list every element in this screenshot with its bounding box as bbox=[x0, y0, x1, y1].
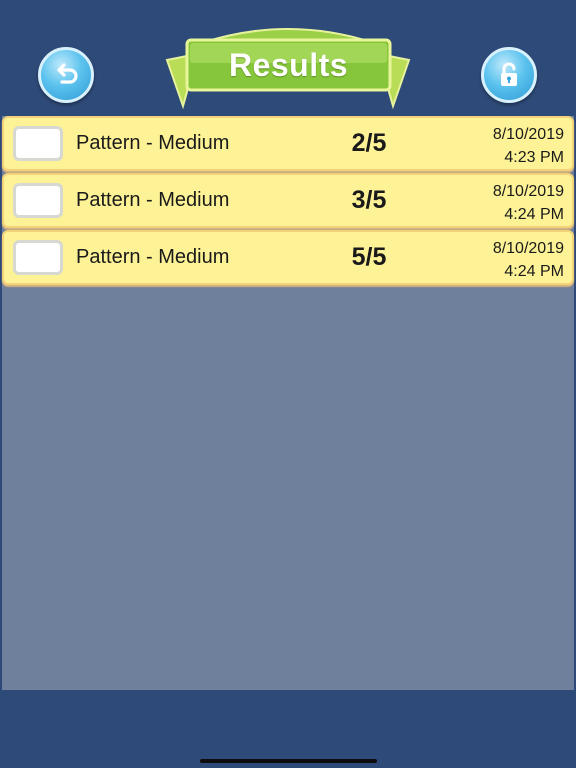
result-name: Pattern - Medium bbox=[76, 246, 230, 268]
result-name: Pattern - Medium bbox=[76, 189, 230, 211]
back-arrow-icon bbox=[57, 63, 78, 84]
result-row[interactable]: Pattern - Medium 2/5 8/10/2019 4:23 PM bbox=[2, 116, 574, 171]
row-checkbox[interactable] bbox=[13, 240, 63, 275]
unlock-icon bbox=[501, 62, 517, 86]
row-checkbox[interactable] bbox=[13, 126, 63, 161]
result-row[interactable]: Pattern - Medium 5/5 8/10/2019 4:24 PM bbox=[2, 230, 574, 285]
results-list: Pattern - Medium 2/5 8/10/2019 4:23 PM P… bbox=[2, 116, 574, 690]
result-datetime: 8/10/2019 4:23 PM bbox=[493, 123, 564, 169]
row-checkbox[interactable] bbox=[13, 183, 63, 218]
result-date: 8/10/2019 bbox=[492, 240, 564, 257]
page-title: Results bbox=[228, 46, 349, 83]
home-indicator[interactable] bbox=[200, 759, 377, 763]
result-date: 8/10/2019 bbox=[492, 183, 564, 200]
back-button[interactable] bbox=[38, 47, 94, 103]
result-datetime: 8/10/2019 4:24 PM bbox=[493, 180, 564, 226]
result-score: 3/5 bbox=[351, 186, 387, 214]
result-time: 4:24 PM bbox=[504, 206, 564, 223]
result-score: 5/5 bbox=[351, 243, 387, 271]
result-name: Pattern - Medium bbox=[76, 132, 230, 154]
result-row[interactable]: Pattern - Medium 3/5 8/10/2019 4:24 PM bbox=[2, 173, 574, 228]
result-datetime: 8/10/2019 4:24 PM bbox=[493, 237, 564, 283]
result-score: 2/5 bbox=[351, 129, 387, 157]
header: Results bbox=[0, 0, 576, 112]
result-date: 8/10/2019 bbox=[492, 126, 564, 143]
result-time: 4:24 PM bbox=[504, 263, 564, 280]
lock-button[interactable] bbox=[481, 47, 537, 103]
title-banner: Results bbox=[165, 22, 411, 112]
result-time: 4:23 PM bbox=[504, 149, 564, 166]
